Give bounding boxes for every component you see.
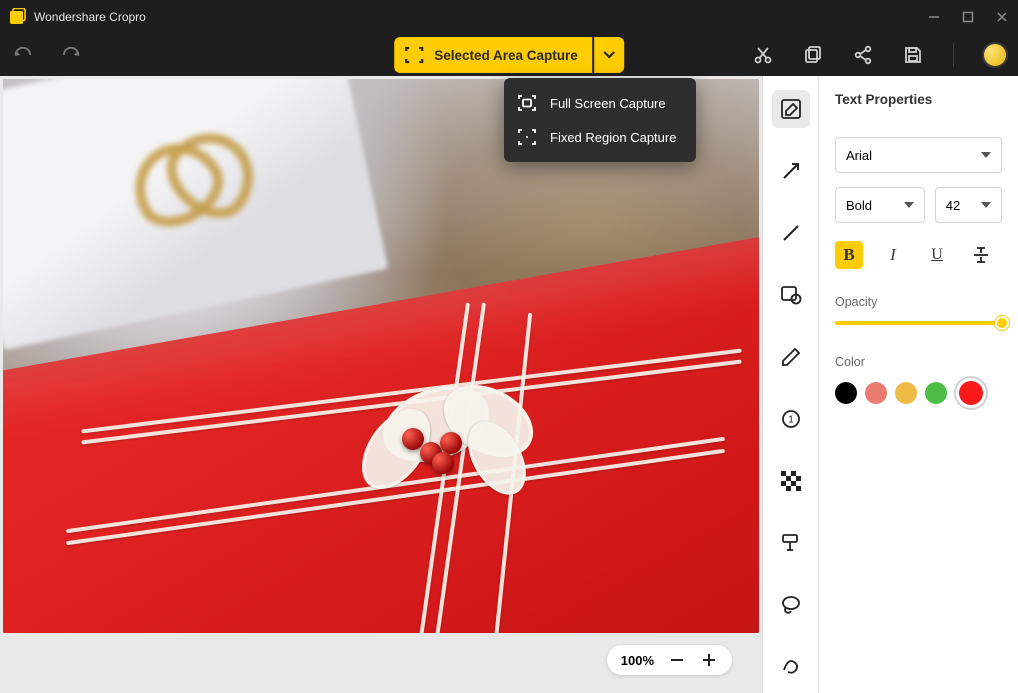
tool-pencil[interactable] (772, 338, 810, 376)
font-family-select[interactable]: Arial (835, 137, 1002, 173)
minimize-button[interactable] (926, 9, 942, 25)
tool-freehand[interactable] (772, 648, 810, 686)
tool-arrow[interactable] (772, 152, 810, 190)
undo-button[interactable] (12, 45, 32, 65)
menu-item-label: Full Screen Capture (550, 96, 666, 111)
capture-mode-menu: Full Screen Capture Fixed Region Capture (504, 78, 696, 162)
tool-line[interactable] (772, 214, 810, 252)
panel-title: Text Properties (835, 92, 1002, 107)
svg-text:1: 1 (788, 415, 794, 426)
close-button[interactable] (994, 9, 1010, 25)
strikethrough-button[interactable] (967, 241, 995, 269)
underline-button[interactable]: U (923, 241, 951, 269)
color-label: Color (835, 355, 1002, 369)
tool-lasso[interactable] (772, 586, 810, 624)
copy-button[interactable] (803, 45, 823, 65)
titlebar: Wondershare Cropro (0, 0, 1018, 34)
maximize-button[interactable] (960, 9, 976, 25)
color-swatch-red[interactable] (959, 381, 983, 405)
color-swatch-green[interactable] (925, 382, 947, 404)
redo-button[interactable] (62, 45, 82, 65)
italic-button[interactable]: I (879, 241, 907, 269)
zoom-in-button[interactable] (700, 651, 718, 669)
tool-shape[interactable] (772, 276, 810, 314)
color-swatch-yellow[interactable] (895, 382, 917, 404)
zoom-control: 100% (607, 645, 732, 675)
toolbar-divider (953, 43, 954, 67)
bold-button[interactable]: B (835, 241, 863, 269)
tool-brush[interactable] (772, 524, 810, 562)
canvas-area[interactable]: 100% (0, 76, 762, 693)
font-size-select[interactable]: 42 (935, 187, 1002, 223)
top-toolbar: Selected Area Capture (0, 34, 1018, 76)
zoom-out-button[interactable] (668, 651, 686, 669)
color-swatches (835, 381, 1002, 405)
tool-numbered[interactable]: 1 (772, 400, 810, 438)
font-weight-select[interactable]: Bold (835, 187, 925, 223)
menu-item-label: Fixed Region Capture (550, 130, 676, 145)
tool-mosaic[interactable] (772, 462, 810, 500)
canvas-image (3, 79, 759, 633)
user-avatar[interactable] (984, 44, 1006, 66)
app-title: Wondershare Cropro (34, 10, 146, 24)
app-logo (8, 8, 26, 26)
capture-mode-button[interactable]: Selected Area Capture (394, 37, 592, 73)
properties-panel: Text Properties Arial Bold 42 B I U Opac… (818, 76, 1018, 693)
capture-mode-dropdown[interactable] (594, 37, 624, 73)
cut-button[interactable] (753, 45, 773, 65)
share-button[interactable] (853, 45, 873, 65)
tool-annotate[interactable] (772, 90, 810, 128)
tool-column: 1 (762, 76, 818, 693)
menu-full-screen-capture[interactable]: Full Screen Capture (504, 86, 696, 120)
opacity-slider[interactable] (835, 321, 1002, 325)
opacity-label: Opacity (835, 295, 1002, 309)
menu-fixed-region-capture[interactable]: Fixed Region Capture (504, 120, 696, 154)
capture-mode-label: Selected Area Capture (434, 48, 578, 63)
color-swatch-black[interactable] (835, 382, 857, 404)
color-swatch-coral[interactable] (865, 382, 887, 404)
zoom-label: 100% (621, 653, 654, 668)
save-button[interactable] (903, 45, 923, 65)
